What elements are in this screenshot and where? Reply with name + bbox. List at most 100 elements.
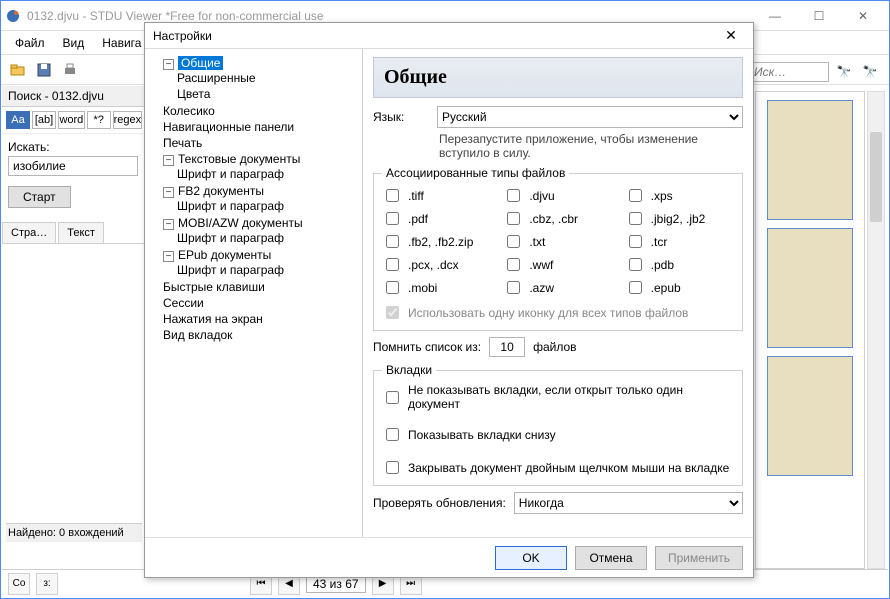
tree-font-par-4[interactable]: Шрифт и параграф	[177, 263, 284, 277]
menu-view[interactable]: Вид	[55, 34, 93, 52]
tab-pages[interactable]: Стра…	[2, 222, 56, 243]
chk-one-icon: Использовать одну иконку для всех типов …	[382, 303, 734, 322]
tree-wheel[interactable]: Колесико	[163, 104, 215, 118]
match-case-button[interactable]: Aa	[6, 111, 30, 129]
status-tab-content[interactable]: Со	[8, 573, 30, 595]
word-button[interactable]: word	[58, 111, 85, 129]
start-button[interactable]: Старт	[8, 186, 71, 208]
tree-colors[interactable]: Цвета	[177, 87, 210, 101]
scroll-handle[interactable]	[870, 132, 882, 222]
tree-collapse-icon[interactable]: −	[163, 59, 174, 70]
dialog-close-button[interactable]: ✕	[717, 24, 745, 48]
chk-pcx[interactable]: .pcx, .dcx	[382, 255, 491, 274]
settings-tree[interactable]: −Общие Расширенные Цвета Колесико Навига…	[145, 49, 363, 537]
wildcard-button[interactable]: *?	[87, 111, 111, 129]
search-panel: Поиск - 0132.djvu Aa [ab] word *? regex …	[2, 86, 147, 566]
tree-screen-tap[interactable]: Нажатия на экран	[163, 312, 263, 326]
search-label: Искать:	[2, 134, 146, 154]
window-title: 0132.djvu - STDU Viewer *Free for non-co…	[27, 9, 753, 23]
chk-jbig2[interactable]: .jbig2, .jb2	[625, 209, 734, 228]
tabs-group: Вкладки Не показывать вкладки, если откр…	[373, 363, 743, 486]
tree-font-par-3[interactable]: Шрифт и параграф	[177, 231, 284, 245]
pane-heading-box: Общие	[373, 57, 743, 98]
tree-fb2[interactable]: FB2 документы	[178, 184, 264, 198]
open-icon[interactable]	[7, 59, 29, 81]
tree-hotkeys[interactable]: Быстрые клавиши	[163, 280, 265, 294]
tree-text-docs[interactable]: Текстовые документы	[178, 152, 300, 166]
maximize-button[interactable]: ☐	[797, 2, 841, 30]
regex-button[interactable]: regex	[113, 111, 142, 129]
chk-txt[interactable]: .txt	[503, 232, 612, 251]
tree-general[interactable]: Общие	[178, 56, 223, 70]
chk-wwf[interactable]: .wwf	[503, 255, 612, 274]
tree-print[interactable]: Печать	[163, 136, 202, 150]
chk-epub[interactable]: .epub	[625, 278, 734, 297]
tree-epub[interactable]: EPub документы	[178, 248, 271, 262]
remember-count-input[interactable]	[489, 337, 525, 357]
print-icon[interactable]	[59, 59, 81, 81]
whole-word-button[interactable]: [ab]	[32, 111, 56, 129]
language-label: Язык:	[373, 110, 429, 124]
tree-nav-panels[interactable]: Навигационные панели	[163, 120, 294, 134]
chk-mobi[interactable]: .mobi	[382, 278, 491, 297]
assoc-group: Ассоциированные типы файлов .tiff .djvu …	[373, 166, 743, 331]
restart-note: Перезапустите приложение, чтобы изменени…	[439, 132, 743, 160]
tree-collapse-icon[interactable]: −	[163, 251, 174, 262]
chk-cbz[interactable]: .cbz, .cbr	[503, 209, 612, 228]
chk-djvu[interactable]: .djvu	[503, 186, 612, 205]
thumbnail[interactable]	[767, 100, 853, 220]
tree-collapse-icon[interactable]: −	[163, 219, 174, 230]
apply-button[interactable]: Применить	[655, 546, 743, 570]
binoculars-next-icon[interactable]: 🔭	[859, 61, 881, 83]
dialog-title: Настройки	[153, 29, 717, 43]
thumbnail[interactable]	[767, 356, 853, 476]
tree-font-par-1[interactable]: Шрифт и параграф	[177, 167, 284, 181]
chk-tiff[interactable]: .tiff	[382, 186, 491, 205]
thumbnails-scrollbar[interactable]	[867, 91, 885, 569]
save-icon[interactable]	[33, 59, 55, 81]
chk-pdf[interactable]: .pdf	[382, 209, 491, 228]
cancel-button[interactable]: Отмена	[575, 546, 647, 570]
search-input-toolbar[interactable]	[749, 62, 829, 82]
tree-extended[interactable]: Расширенные	[177, 71, 256, 85]
settings-dialog: Настройки ✕ −Общие Расширенные Цвета Кол…	[144, 22, 754, 578]
tree-collapse-icon[interactable]: −	[163, 187, 174, 198]
dialog-titlebar: Настройки ✕	[145, 23, 753, 49]
settings-pane-general: Общие Язык: Русский Перезапустите прилож…	[363, 49, 753, 537]
menu-nav[interactable]: Навига	[94, 34, 149, 52]
chk-azw[interactable]: .azw	[503, 278, 612, 297]
app-icon	[5, 8, 21, 24]
menu-file[interactable]: Файл	[7, 34, 53, 52]
tab-text[interactable]: Текст	[58, 222, 104, 243]
chk-tcr[interactable]: .tcr	[625, 232, 734, 251]
updates-select[interactable]: Никогда	[514, 492, 743, 514]
language-select[interactable]: Русский	[437, 106, 743, 128]
chk-fb2[interactable]: .fb2, .fb2.zip	[382, 232, 491, 251]
assoc-legend: Ассоциированные типы файлов	[382, 166, 569, 180]
tree-tab-view[interactable]: Вид вкладок	[163, 328, 232, 342]
tree-collapse-icon[interactable]: −	[163, 155, 174, 166]
tree-font-par-2[interactable]: Шрифт и параграф	[177, 199, 284, 213]
chk-dblclick-close[interactable]: Закрывать документ двойным щелчком мыши …	[382, 458, 734, 477]
thumbnails-pane	[755, 91, 865, 569]
search-panel-title: Поиск - 0132.djvu	[2, 86, 146, 107]
toolbar-search: 🔭 🔭	[749, 61, 881, 83]
tabs-legend: Вкладки	[382, 363, 436, 377]
chk-xps[interactable]: .xps	[625, 186, 734, 205]
close-button[interactable]: ✕	[841, 2, 885, 30]
minimize-button[interactable]: —	[753, 2, 797, 30]
search-input[interactable]	[8, 156, 138, 176]
status-tab-pages[interactable]: з:	[36, 573, 58, 595]
updates-label: Проверять обновления:	[373, 496, 506, 510]
ok-button[interactable]: OK	[495, 546, 567, 570]
dialog-footer: OK Отмена Применить	[145, 537, 753, 577]
chk-tabs-bottom[interactable]: Показывать вкладки снизу	[382, 425, 734, 444]
thumbnail[interactable]	[767, 228, 853, 348]
tree-mobi[interactable]: MOBI/AZW документы	[178, 216, 303, 230]
binoculars-icon[interactable]: 🔭	[833, 61, 855, 83]
found-status: Найдено: 0 вхождений	[6, 523, 142, 542]
chk-pdb[interactable]: .pdb	[625, 255, 734, 274]
remember-label-a: Помнить список из:	[373, 340, 481, 354]
chk-hide-single[interactable]: Не показывать вкладки, если открыт тольк…	[382, 383, 734, 411]
tree-sessions[interactable]: Сессии	[163, 296, 204, 310]
